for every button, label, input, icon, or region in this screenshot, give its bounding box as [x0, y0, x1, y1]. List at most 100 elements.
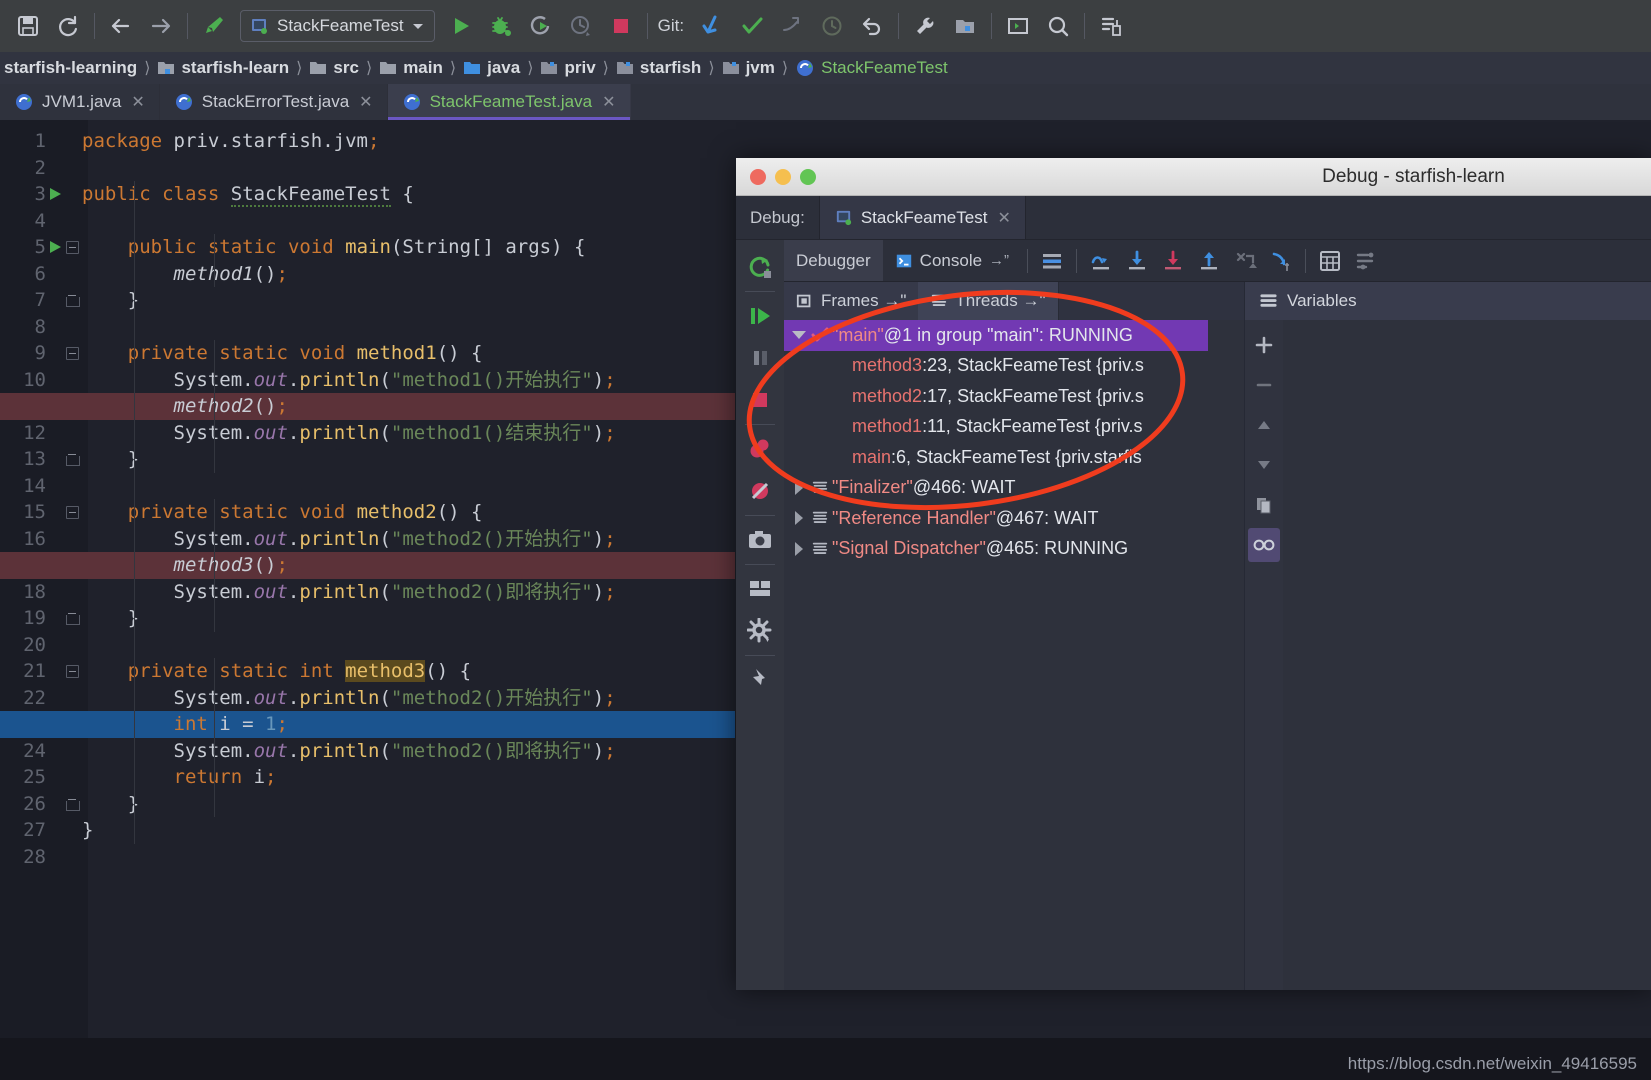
- evaluate-expression-icon[interactable]: [1312, 243, 1348, 279]
- stop-icon[interactable]: [601, 6, 641, 46]
- code-line[interactable]: public class StackFeameTest {: [82, 181, 414, 208]
- code-line[interactable]: int i = 1;: [82, 711, 288, 738]
- mute-breakpoints-icon[interactable]: [740, 470, 780, 512]
- view-breakpoints-icon[interactable]: [740, 428, 780, 470]
- code-line[interactable]: System.out.println("method2()开始执行");: [82, 526, 616, 553]
- code-line[interactable]: }: [82, 817, 93, 844]
- code-line[interactable]: System.out.println("method2()即将执行");: [82, 738, 616, 765]
- terminal-icon[interactable]: [998, 6, 1038, 46]
- breadcrumb-item-starfish[interactable]: starfish: [612, 58, 705, 78]
- step-over-icon[interactable]: [1083, 243, 1119, 279]
- database-icon[interactable]: [1091, 6, 1131, 46]
- force-step-into-icon[interactable]: [1155, 243, 1191, 279]
- code-line[interactable]: method3();: [82, 552, 288, 579]
- tab-debugger[interactable]: Debugger: [784, 240, 883, 281]
- run-coverage-icon[interactable]: [521, 6, 561, 46]
- frames-pane[interactable]: Frames →" Threads →" "main"@1 in group "…: [784, 282, 1244, 990]
- project-structure-icon[interactable]: [945, 6, 985, 46]
- close-icon[interactable]: ✕: [602, 92, 615, 112]
- breadcrumb-item-class[interactable]: StackFeameTest: [791, 58, 952, 78]
- close-icon[interactable]: ✕: [359, 92, 372, 112]
- step-into-icon[interactable]: [1119, 243, 1155, 279]
- frames-list[interactable]: "main"@1 in group "main": RUNNINGmethod3…: [784, 320, 1208, 990]
- code-line[interactable]: System.out.println("method2()开始执行");: [82, 685, 616, 712]
- breadcrumb-item-src[interactable]: src: [305, 58, 363, 78]
- chevron-down-icon[interactable]: [790, 331, 808, 339]
- editor-tab-stackfeametest[interactable]: StackFeameTest.java ✕: [388, 84, 631, 120]
- code-line[interactable]: private static void method2() {: [82, 499, 482, 526]
- variables-body[interactable]: [1283, 320, 1651, 990]
- rerun-icon[interactable]: [740, 246, 780, 288]
- editor-tab-stackerrortest[interactable]: StackErrorTest.java ✕: [160, 84, 388, 120]
- push-icon[interactable]: [772, 6, 812, 46]
- close-icon[interactable]: ✕: [131, 92, 144, 112]
- settings-icon[interactable]: [1348, 243, 1384, 279]
- commit-icon[interactable]: [732, 6, 772, 46]
- wrench-icon[interactable]: [905, 6, 945, 46]
- stack-frame-row[interactable]: method2:17, StackFeameTest {priv.s: [784, 381, 1208, 412]
- chevron-right-icon[interactable]: [790, 511, 808, 525]
- add-watch-icon[interactable]: [1248, 328, 1280, 362]
- code-line[interactable]: }: [82, 791, 139, 818]
- layout-settings-icon[interactable]: [740, 568, 780, 610]
- code-line[interactable]: }: [82, 446, 139, 473]
- code-line[interactable]: }: [82, 605, 139, 632]
- thread-row[interactable]: "main"@1 in group "main": RUNNING: [784, 320, 1208, 351]
- drop-frame-icon[interactable]: [1227, 243, 1263, 279]
- camera-icon[interactable]: [740, 519, 780, 561]
- code-line[interactable]: package priv.starfish.jvm;: [82, 128, 379, 155]
- code-line[interactable]: private static void method1() {: [82, 340, 482, 367]
- code-line[interactable]: method1();: [82, 261, 288, 288]
- build-icon[interactable]: [194, 6, 234, 46]
- tab-threads[interactable]: Threads →": [918, 282, 1057, 320]
- breadcrumb-item-priv[interactable]: priv: [536, 58, 599, 78]
- move-up-icon[interactable]: [1248, 408, 1280, 442]
- pin-icon[interactable]: [740, 659, 780, 701]
- copy-icon[interactable]: [1248, 488, 1280, 522]
- run-icon[interactable]: [441, 6, 481, 46]
- breadcrumb-item-main[interactable]: main: [375, 58, 447, 78]
- run-configuration-selector[interactable]: StackFeameTest: [240, 10, 435, 42]
- profile-icon[interactable]: [561, 6, 601, 46]
- show-execution-point-icon[interactable]: [1034, 243, 1070, 279]
- tab-frames[interactable]: Frames →": [784, 282, 918, 320]
- chevron-right-icon[interactable]: [790, 481, 808, 495]
- search-icon[interactable]: [1038, 6, 1078, 46]
- breadcrumb-item-jvm[interactable]: jvm: [718, 58, 779, 78]
- step-out-icon[interactable]: [1191, 243, 1227, 279]
- breadcrumb-item-java[interactable]: java: [459, 58, 524, 78]
- run-to-cursor-icon[interactable]: [1263, 243, 1299, 279]
- frames-pane-filter-area[interactable]: [1058, 282, 1245, 320]
- editor-tab-jvm1[interactable]: JVM1.java ✕: [0, 84, 160, 120]
- code-line[interactable]: System.out.println("method2()即将执行");: [82, 579, 616, 606]
- variables-pane[interactable]: Variables: [1244, 282, 1651, 990]
- stack-frame-row[interactable]: method3:23, StackFeameTest {priv.s: [784, 351, 1208, 382]
- rollback-icon[interactable]: [852, 6, 892, 46]
- thread-row[interactable]: "Signal Dispatcher"@465: RUNNING: [784, 534, 1208, 565]
- save-icon[interactable]: [8, 6, 48, 46]
- settings-gear-icon[interactable]: [740, 610, 780, 652]
- code-line[interactable]: public static void main(String[] args) {: [82, 234, 585, 261]
- code-line[interactable]: method2();: [82, 393, 288, 420]
- chevron-right-icon[interactable]: [790, 542, 808, 556]
- code-line[interactable]: return i;: [82, 764, 277, 791]
- thread-row[interactable]: "Finalizer"@466: WAIT: [784, 473, 1208, 504]
- code-line[interactable]: System.out.println("method1()开始执行");: [82, 367, 616, 394]
- stack-frame-row[interactable]: method1:11, StackFeameTest {priv.s: [784, 412, 1208, 443]
- forward-arrow-icon[interactable]: [141, 6, 181, 46]
- sync-icon[interactable]: [48, 6, 88, 46]
- debug-window-titlebar[interactable]: Debug - starfish-learn: [736, 158, 1651, 196]
- back-arrow-icon[interactable]: [101, 6, 141, 46]
- history-icon[interactable]: [812, 6, 852, 46]
- close-icon[interactable]: ✕: [997, 208, 1010, 228]
- inspect-icon[interactable]: [1248, 528, 1280, 562]
- code-line[interactable]: System.out.println("method1()结束执行");: [82, 420, 616, 447]
- debug-icon[interactable]: [481, 6, 521, 46]
- move-down-icon[interactable]: [1248, 448, 1280, 482]
- remove-watch-icon[interactable]: [1248, 368, 1280, 402]
- resume-program-icon[interactable]: [740, 295, 780, 337]
- thread-row[interactable]: "Reference Handler"@467: WAIT: [784, 503, 1208, 534]
- pause-program-icon[interactable]: [740, 337, 780, 379]
- code-line[interactable]: }: [82, 287, 139, 314]
- stack-frame-row[interactable]: main:6, StackFeameTest {priv.starfis: [784, 442, 1208, 473]
